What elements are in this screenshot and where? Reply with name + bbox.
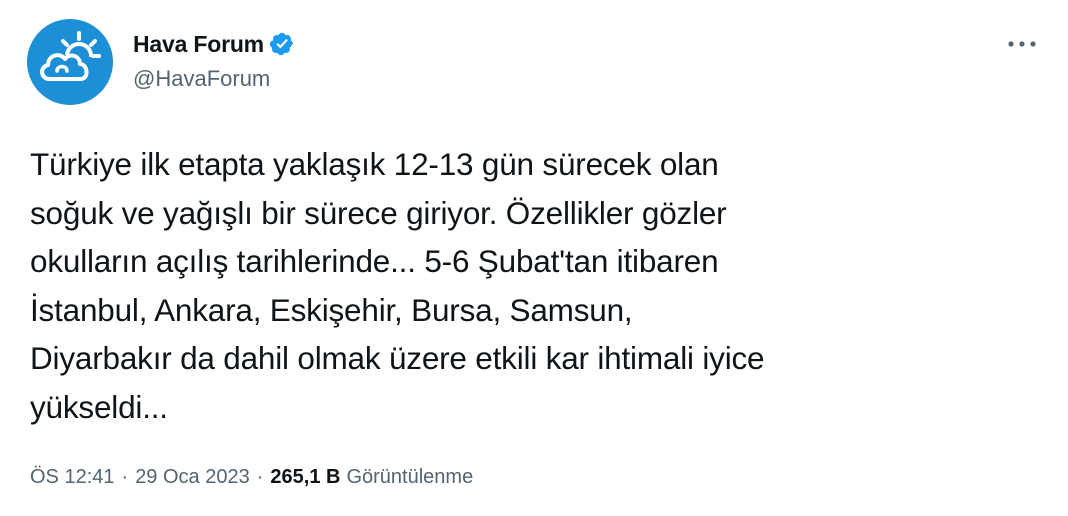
author-handle[interactable]: @HavaForum bbox=[133, 66, 270, 92]
tweet-text: Türkiye ilk etapta yaklaşık 12-13 gün sü… bbox=[30, 146, 765, 425]
meta-separator: · bbox=[121, 466, 129, 488]
tweet-date[interactable]: 29 Oca 2023 bbox=[135, 466, 250, 489]
views-label: Görüntülenme bbox=[346, 466, 474, 488]
avatar[interactable] bbox=[27, 19, 113, 105]
tweet-card: Hava Forum @HavaForum Türkiye ilk etapta… bbox=[0, 0, 1068, 516]
meta-separator: · bbox=[256, 466, 264, 488]
tweet-meta: ÖS 12:41 · 29 Oca 2023 · 265,1 B Görüntü… bbox=[30, 466, 473, 489]
verified-badge-icon bbox=[269, 32, 294, 56]
tweet-time[interactable]: ÖS 12:41 bbox=[30, 466, 115, 489]
more-options-icon bbox=[1008, 41, 1036, 47]
more-options-button[interactable] bbox=[1000, 26, 1044, 62]
cloud-sun-logo-icon bbox=[40, 31, 101, 81]
author-display-name[interactable]: Hava Forum bbox=[133, 31, 264, 58]
author-name-row[interactable]: Hava Forum bbox=[133, 28, 295, 60]
views-count: 265,1 B bbox=[270, 466, 341, 488]
